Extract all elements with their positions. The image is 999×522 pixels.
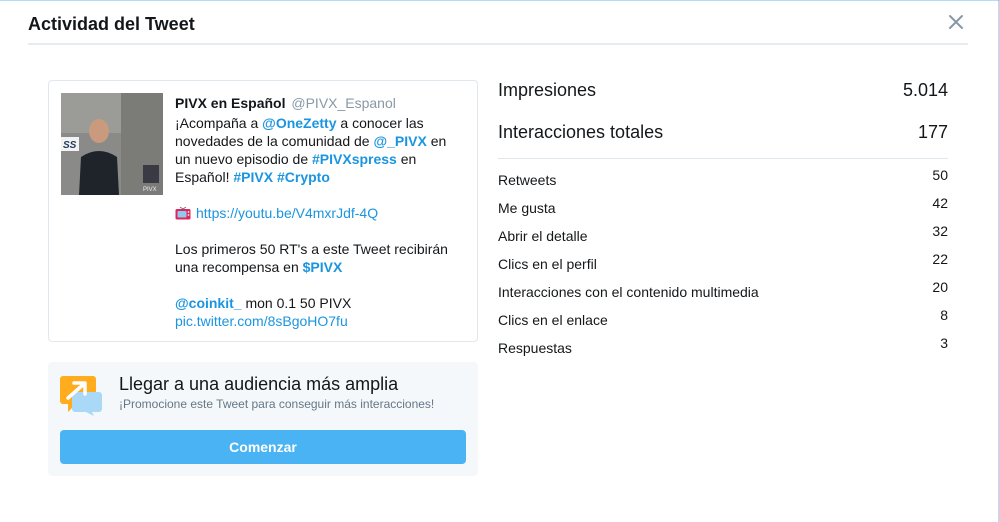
tweet-author: PIVX en Español @PIVX_Espanol: [175, 94, 465, 112]
tweet-text-segment: Los primeros 50 RT's a este Tweet recibi…: [175, 241, 448, 257]
metric-label: Me gusta: [498, 200, 556, 216]
hashtag-pivx[interactable]: #PIVX: [233, 169, 273, 185]
tweet-text-segment: en: [396, 151, 417, 167]
video-thumbnail-icon: SS PIVX: [61, 93, 163, 195]
tweet-content: PIVX en Español @PIVX_Espanol ¡Acompaña …: [175, 94, 465, 330]
svg-text:PIVX: PIVX: [143, 187, 157, 193]
author-name[interactable]: PIVX en Español: [175, 95, 285, 111]
author-handle[interactable]: @PIVX_Espanol: [291, 95, 396, 111]
youtube-link[interactable]: https://youtu.be/V4mxrJdf-4Q: [196, 205, 378, 221]
tweet-media-thumbnail[interactable]: SS PIVX: [61, 93, 163, 195]
metric-row-replies: Respuestas 3: [498, 335, 948, 363]
tweet-text-segment: a conocer las: [336, 115, 424, 131]
metric-value: 42: [932, 195, 948, 211]
promote-panel: Llegar a una audiencia más amplia ¡Promo…: [48, 362, 478, 476]
modal-header: Actividad del Tweet: [28, 0, 968, 45]
impressions-metric: Impresiones 5.014: [498, 76, 948, 118]
metric-value: 50: [932, 167, 948, 183]
metric-label: Abrir el detalle: [498, 228, 588, 244]
impressions-label: Impresiones: [498, 80, 597, 100]
metric-value: 22: [932, 251, 948, 267]
tweet-text-segment: Español!: [175, 169, 234, 185]
tweet-text-segment: un nuevo episodio de: [175, 151, 312, 167]
television-icon: [175, 207, 191, 220]
metric-row-link-clicks: Clics en el enlace 8: [498, 307, 948, 335]
metric-label: Retweets: [498, 172, 557, 188]
cashtag-pivx[interactable]: $PIVX: [303, 259, 343, 275]
promote-title: Llegar a una audiencia más amplia: [119, 374, 399, 394]
metric-label: Respuestas: [498, 340, 572, 356]
tweet-card[interactable]: SS PIVX PIVX en Español @PIVX_Espanol ¡A…: [48, 80, 478, 342]
modal-title: Actividad del Tweet: [28, 14, 195, 34]
tweet-text-segment: mon 0.1 50 PIVX: [241, 295, 352, 311]
promote-subtitle: ¡Promocione este Tweet para conseguir má…: [119, 397, 435, 411]
close-button[interactable]: [948, 10, 968, 34]
metric-row-likes: Me gusta 42: [498, 195, 948, 223]
tweet-text-segment: ¡Acompaña a: [175, 115, 263, 131]
start-promotion-button[interactable]: Comenzar: [60, 430, 466, 464]
metric-row-media-engagements: Interacciones con el contenido multimedi…: [498, 279, 948, 307]
metric-row-retweets: Retweets 50: [498, 167, 948, 195]
metric-row-profile-clicks: Clics en el perfil 22: [498, 251, 948, 279]
total-interactions-value: 177: [917, 122, 948, 142]
metric-label: Clics en el perfil: [498, 256, 597, 272]
metric-row-detail-expands: Abrir el detalle 32: [498, 223, 948, 251]
close-icon: [949, 15, 963, 29]
mention-pivx[interactable]: @_PIVX: [373, 133, 426, 149]
hashtag-pivxspress[interactable]: #PIVXspress: [312, 151, 397, 167]
tweet-text-segment: novedades de la comunidad de: [175, 133, 374, 149]
metrics-panel: Impresiones 5.014 Interacciones totales …: [498, 76, 948, 363]
promote-arrow-icon: [60, 376, 102, 416]
metric-value: 32: [932, 223, 948, 239]
metric-value: 20: [932, 279, 948, 295]
tweet-text-segment: en: [426, 133, 447, 149]
tweet-text-segment: una recompensa en: [175, 259, 303, 275]
total-interactions-metric: Interacciones totales 177: [498, 118, 948, 160]
pic-twitter-link[interactable]: pic.twitter.com/8sBgoHO7fu: [175, 313, 348, 329]
metric-label: Interacciones con el contenido multimedi…: [498, 284, 759, 300]
svg-text:SS: SS: [63, 140, 77, 151]
hashtag-crypto[interactable]: #Crypto: [277, 169, 330, 185]
metric-value: 3: [940, 335, 948, 351]
impressions-value: 5.014: [902, 80, 948, 100]
mention-onezetty[interactable]: @OneZetty: [262, 115, 336, 131]
metric-value: 8: [940, 307, 948, 323]
total-interactions-label: Interacciones totales: [498, 122, 664, 142]
metric-label: Clics en el enlace: [498, 312, 608, 328]
tweet-activity-modal: Actividad del Tweet SS PIVX PIVX en Espa…: [0, 0, 999, 522]
tweet-text: ¡Acompaña a @OneZetty a conocer las nove…: [175, 114, 465, 330]
mention-coinkit[interactable]: @coinkit_: [175, 295, 242, 311]
